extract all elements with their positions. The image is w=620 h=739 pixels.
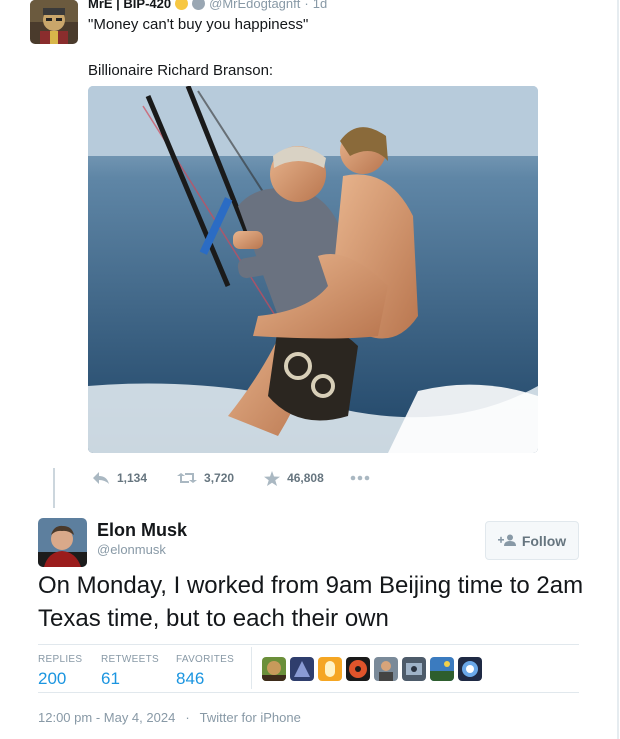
- replies-stat[interactable]: REPLIES 200: [38, 654, 82, 689]
- favoriter-avatar[interactable]: [318, 657, 342, 681]
- tweet1-header: MrE | BIP-420 @MrEdogtagnft · 1d: [88, 0, 327, 11]
- stats-top-divider: [38, 644, 579, 645]
- favorites-value: 846: [176, 669, 205, 688]
- tweet1-handle[interactable]: @MrEdogtagnft: [209, 0, 300, 11]
- tweet2-handle[interactable]: @elonmusk: [97, 542, 166, 557]
- like-count: 46,808: [287, 471, 324, 485]
- stats-bottom-divider: [38, 692, 579, 693]
- favoriter-avatar[interactable]: [346, 657, 370, 681]
- more-action[interactable]: [350, 475, 370, 481]
- thread-connector-line: [53, 468, 55, 508]
- retweets-value: 61: [101, 669, 120, 688]
- tweet1-separator: ·: [304, 0, 309, 11]
- tweet2-text: On Monday, I worked from 9am Beijing tim…: [38, 572, 584, 632]
- retweets-stat[interactable]: RETWEETS 61: [101, 654, 159, 689]
- tweet1-photo[interactable]: [88, 86, 538, 453]
- stats-vertical-divider: [251, 647, 252, 689]
- favoriter-avatar[interactable]: [262, 657, 286, 681]
- tweet2-metadata: 12:00 pm - May 4, 2024 · Twitter for iPh…: [38, 710, 301, 725]
- replies-label: REPLIES: [38, 654, 83, 665]
- tweet1-text: "Money can't buy you happiness": [88, 16, 309, 33]
- more-dots-icon: [350, 475, 370, 481]
- favorites-label: FAVORITES: [176, 654, 235, 665]
- tweet1-avatar[interactable]: [30, 0, 78, 44]
- angel-face-emoji-icon: [175, 0, 189, 10]
- meta-dot: ·: [185, 710, 190, 725]
- follow-button[interactable]: Follow: [485, 521, 579, 560]
- retweet-action[interactable]: 3,720: [177, 471, 234, 485]
- favoriter-avatar[interactable]: [402, 657, 426, 681]
- favoriter-avatar[interactable]: [430, 657, 454, 681]
- favoriter-avatar[interactable]: [374, 657, 398, 681]
- retweet-count: 3,720: [204, 471, 235, 485]
- follow-label: Follow: [521, 532, 567, 549]
- tweet2-timestamp[interactable]: 12:00 pm - May 4, 2024: [38, 710, 175, 725]
- astronaut-emoji-icon: [192, 0, 206, 10]
- favoriter-avatar[interactable]: [290, 657, 314, 681]
- reply-count: 1,134: [117, 471, 148, 485]
- tweet1-display-name[interactable]: MrE | BIP-420: [88, 0, 171, 11]
- favoriters-avatars: [262, 657, 482, 681]
- tweet1-time[interactable]: 1d: [313, 0, 327, 11]
- reply-icon: [92, 471, 110, 485]
- tweet2-source[interactable]: Twitter for iPhone: [200, 710, 301, 725]
- star-icon: [264, 470, 281, 486]
- favoriter-avatar[interactable]: [458, 657, 482, 681]
- like-action[interactable]: 46,808: [264, 470, 324, 486]
- tweet2-display-name[interactable]: Elon Musk: [97, 520, 187, 541]
- replies-value: 200: [38, 669, 67, 688]
- retweets-label: RETWEETS: [101, 654, 159, 665]
- tweet2-avatar[interactable]: [38, 518, 87, 567]
- retweet-icon: [177, 471, 198, 485]
- tweet1-text-line2: Billionaire Richard Branson:: [88, 62, 274, 79]
- add-user-icon: [497, 533, 516, 549]
- favorites-stat[interactable]: FAVORITES 846: [176, 654, 234, 689]
- timeline-right-border: [617, 0, 619, 739]
- reply-action[interactable]: 1,134: [92, 471, 147, 485]
- tweet1-actions: 1,134 3,720 46,808: [92, 468, 370, 488]
